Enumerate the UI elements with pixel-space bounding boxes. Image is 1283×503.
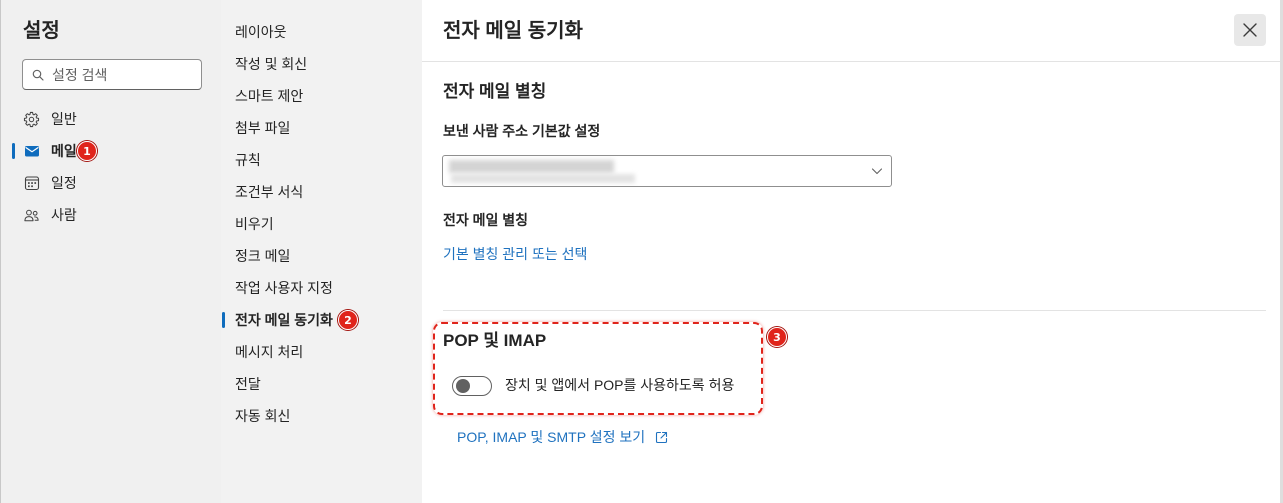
section-divider [443, 310, 1266, 311]
subnav-item-smart-suggestions[interactable]: 스마트 제안 [221, 80, 422, 112]
subnav-item-label: 규칙 [235, 152, 261, 168]
pop-imap-smtp-settings-link[interactable]: POP, IMAP 및 SMTP 설정 보기 [457, 427, 668, 447]
email-aliases-label: 전자 메일 별칭 [443, 212, 529, 228]
settings-category-nav: 설정 일반 [0, 0, 221, 503]
annotation-badge: 2 [338, 310, 358, 330]
close-icon [1241, 21, 1259, 39]
settings-dialog: 설정 일반 [0, 0, 1283, 503]
pop-imap-smtp-settings-link-text: POP, IMAP 및 SMTP 설정 보기 [457, 429, 646, 445]
subnav-item-label: 스마트 제안 [235, 88, 304, 104]
subnav-item-forwarding[interactable]: 전달 [221, 368, 422, 400]
chevron-down-icon [871, 165, 883, 177]
settings-content: 전자 메일 동기화 전자 메일 별칭 보낸 사람 주소 기본값 설정 전자 메일… [422, 0, 1283, 503]
default-from-address-dropdown[interactable] [442, 155, 892, 187]
page-title: 전자 메일 동기화 [443, 20, 583, 42]
redacted-email-blur [451, 174, 635, 183]
subnav-item-label: 작업 사용자 지정 [235, 280, 333, 296]
email-aliases-heading: 전자 메일 별칭 [443, 82, 547, 101]
subnav-item-layout[interactable]: 레이아웃 [221, 16, 422, 48]
annotation-badge: 1 [77, 141, 97, 161]
subnav-item-label: 전달 [235, 376, 261, 392]
people-icon [23, 207, 40, 224]
subnav-item-label: 조건부 서식 [235, 184, 304, 200]
default-from-label: 보낸 사람 주소 기본값 설정 [443, 123, 601, 139]
subnav-item-sweep[interactable]: 비우기 [221, 208, 422, 240]
category-list: 일반 메일 일정 사람 [0, 103, 221, 231]
nav-item-people[interactable]: 사람 [0, 199, 221, 231]
allow-pop-toggle-label: 장치 및 앱에서 POP를 사용하도록 허용 [505, 377, 735, 393]
mail-icon [23, 143, 40, 160]
subnav-item-label: 메시지 처리 [235, 344, 304, 360]
nav-item-calendar[interactable]: 일정 [0, 167, 221, 199]
settings-search-input[interactable] [52, 61, 197, 88]
subnav-item-label: 자동 회신 [235, 408, 291, 424]
subnav-item-compose-reply[interactable]: 작성 및 회신 [221, 48, 422, 80]
nav-item-label: 일반 [51, 111, 77, 127]
allow-pop-toggle[interactable] [452, 376, 492, 396]
mail-settings-subnav: 레이아웃 작성 및 회신 스마트 제안 첨부 파일 규칙 조건부 서식 비우기 … [221, 0, 422, 503]
search-icon [32, 69, 44, 81]
toggle-knob [456, 379, 470, 393]
subnav-list: 레이아웃 작성 및 회신 스마트 제안 첨부 파일 규칙 조건부 서식 비우기 … [221, 16, 422, 432]
window-border-left [0, 0, 1, 503]
header-divider [422, 61, 1283, 62]
external-link-icon [655, 431, 668, 444]
subnav-item-label: 작성 및 회신 [235, 56, 308, 72]
subnav-item-label: 전자 메일 동기화 [235, 312, 333, 328]
nav-item-label: 사람 [51, 207, 77, 223]
subnav-item-label: 비우기 [235, 216, 274, 232]
subnav-item-junk-email[interactable]: 정크 메일 [221, 240, 422, 272]
subnav-item-automatic-replies[interactable]: 자동 회신 [221, 400, 422, 432]
subnav-item-message-handling[interactable]: 메시지 처리 [221, 336, 422, 368]
subnav-item-label: 첨부 파일 [235, 120, 291, 136]
nav-item-label: 일정 [51, 175, 77, 191]
nav-item-mail[interactable]: 메일 [0, 135, 221, 167]
subnav-item-attachments[interactable]: 첨부 파일 [221, 112, 422, 144]
subnav-item-conditional-formatting[interactable]: 조건부 서식 [221, 176, 422, 208]
manage-aliases-link[interactable]: 기본 별칭 관리 또는 선택 [443, 244, 587, 264]
subnav-item-label: 정크 메일 [235, 248, 291, 264]
subnav-item-customize-actions[interactable]: 작업 사용자 지정 [221, 272, 422, 304]
subnav-item-label: 레이아웃 [235, 24, 287, 40]
gear-icon [23, 111, 40, 128]
subnav-item-sync-email[interactable]: 전자 메일 동기화 [221, 304, 422, 336]
pop-imap-heading: POP 및 IMAP [443, 331, 547, 350]
selection-indicator [12, 143, 15, 159]
annotation-badge: 3 [767, 327, 787, 347]
calendar-icon [23, 175, 40, 192]
nav-item-general[interactable]: 일반 [0, 103, 221, 135]
selection-indicator [222, 312, 225, 328]
nav-item-label: 메일 [51, 143, 77, 159]
settings-title: 설정 [23, 20, 60, 42]
settings-search-box[interactable] [22, 59, 202, 90]
redacted-email-blur [449, 160, 614, 173]
subnav-item-rules[interactable]: 규칙 [221, 144, 422, 176]
close-button[interactable] [1234, 14, 1266, 46]
